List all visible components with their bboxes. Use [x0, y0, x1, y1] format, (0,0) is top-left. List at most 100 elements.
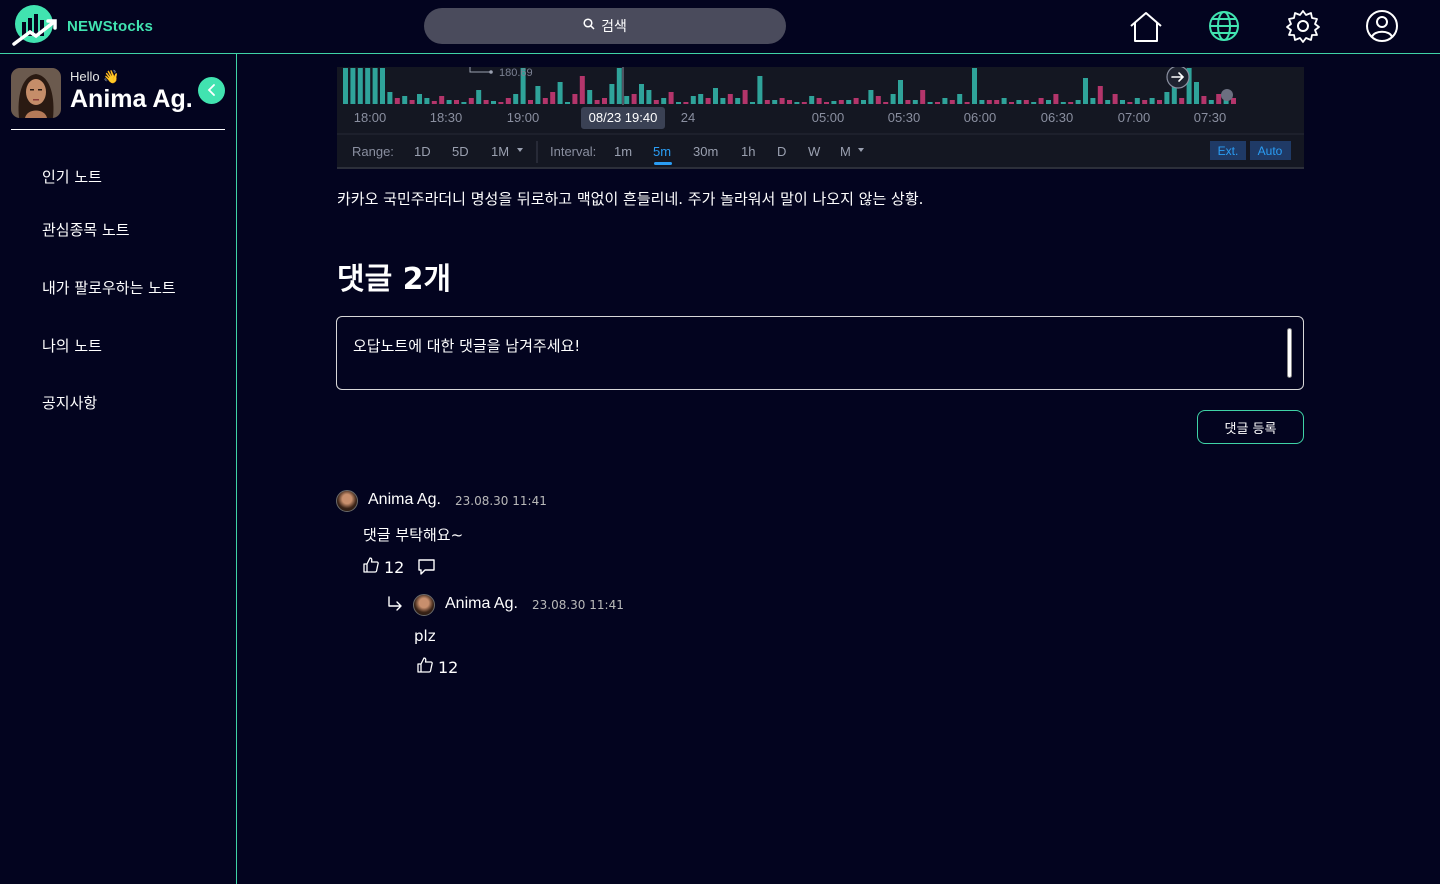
- volume-bar: [1134, 98, 1140, 104]
- volume-bar: [550, 92, 556, 104]
- settings-icon[interactable]: [1283, 7, 1323, 47]
- sidebar-item-my-notes[interactable]: 나의 노트: [42, 335, 102, 356]
- comment-body: 댓글 부탁해요~: [363, 526, 464, 544]
- volume-bar: [624, 96, 630, 104]
- textarea-scrollbar[interactable]: [1287, 328, 1292, 378]
- user-icon[interactable]: [1362, 7, 1402, 47]
- volume-bar: [1208, 100, 1214, 104]
- time-tick-label: 18:30: [430, 110, 463, 125]
- range-1d[interactable]: 1D: [414, 144, 431, 159]
- volume-bar: [476, 90, 482, 104]
- time-tick-label: 06:00: [964, 110, 997, 125]
- like-count: 12: [384, 557, 405, 577]
- volume-bar: [491, 101, 496, 104]
- search-bar[interactable]: 검색: [424, 8, 786, 44]
- reply-author[interactable]: Anima Ag.: [445, 595, 518, 613]
- like-count: 12: [438, 657, 459, 677]
- sidebar: Hello 👋 Anima Ag. 인기 노트 관심종목 노트 내가 팔로우하는…: [0, 54, 237, 884]
- thumbs-up-icon: [362, 556, 380, 578]
- comment-like-button[interactable]: 12: [362, 556, 404, 578]
- volume-bar: [350, 68, 356, 104]
- range-1m[interactable]: 1M: [491, 144, 509, 159]
- volume-bar: [831, 101, 837, 104]
- avatar: [11, 68, 61, 118]
- reset-dot-icon[interactable]: [1221, 89, 1233, 101]
- interval-m[interactable]: M: [840, 144, 851, 159]
- volume-bar: [409, 100, 415, 104]
- stock-chart-canvas[interactable]: 180.69 08/23 19:40 18:00 18:30 19:00 24 05:0…: [337, 67, 1304, 169]
- range-5d[interactable]: 5D: [452, 144, 469, 159]
- volume-bar: [772, 100, 778, 104]
- sidebar-collapse-button[interactable]: [198, 77, 225, 104]
- volume-bar: [1157, 100, 1162, 104]
- sidebar-item-following-notes[interactable]: 내가 팔로우하는 노트: [42, 277, 176, 298]
- volume-bar: [912, 100, 918, 104]
- sidebar-item-notices[interactable]: 공지사항: [42, 392, 97, 413]
- volume-bar: [431, 101, 437, 104]
- reply-like-button[interactable]: 12: [416, 656, 458, 678]
- volume-bar: [1112, 94, 1118, 104]
- sidebar-item-watchlist-notes[interactable]: 관심종목 노트: [42, 219, 130, 240]
- volume-bar: [513, 94, 519, 104]
- interval-label: Interval:: [550, 144, 596, 159]
- comment-submit-button[interactable]: 댓글 등록: [1197, 410, 1304, 444]
- volume-bar: [661, 98, 667, 104]
- volume-bar: [1046, 100, 1051, 104]
- volume-bar: [365, 68, 371, 104]
- volume-bar: [639, 84, 644, 104]
- volume-bar: [801, 102, 807, 104]
- app-logo[interactable]: NEWStocks: [10, 4, 153, 48]
- time-tick-label: 07:00: [1118, 110, 1151, 125]
- interval-30m[interactable]: 30m: [693, 144, 718, 159]
- reply-arrow-icon: [386, 596, 404, 616]
- volume-bar: [446, 100, 452, 104]
- auto-toggle[interactable]: Auto: [1258, 144, 1283, 158]
- sidebar-item-popular-notes[interactable]: 인기 노트: [42, 166, 102, 187]
- volume-bar: [1038, 98, 1044, 104]
- thumbs-up-icon: [416, 656, 434, 678]
- search-icon: [583, 18, 595, 34]
- volume-bar: [1083, 78, 1088, 104]
- volume-bar: [742, 90, 748, 104]
- volume-bar: [957, 94, 963, 104]
- volume-bar: [1164, 92, 1170, 104]
- profile-card: Hello 👋 Anima Ag.: [11, 68, 225, 130]
- username: Anima Ag.: [70, 85, 193, 113]
- interval-1m[interactable]: 1m: [614, 144, 632, 159]
- caret-down-icon[interactable]: [858, 148, 864, 152]
- interval-w[interactable]: W: [808, 144, 821, 159]
- interval-d[interactable]: D: [777, 144, 786, 159]
- active-interval-underline: [654, 162, 672, 165]
- volume-bar: [861, 100, 866, 104]
- home-icon[interactable]: [1126, 7, 1166, 47]
- comment-author[interactable]: Anima Ag.: [368, 491, 441, 509]
- volume-bar: [787, 100, 792, 104]
- reply-time: 23.08.30 11:41: [532, 598, 624, 612]
- volume-bar: [402, 96, 408, 104]
- scroll-right-button[interactable]: [1166, 67, 1190, 89]
- time-tick-label: 05:30: [888, 110, 921, 125]
- globe-icon[interactable]: [1204, 7, 1244, 47]
- comment-input[interactable]: [336, 316, 1304, 390]
- volume-bar: [579, 76, 585, 104]
- ext-toggle[interactable]: Ext.: [1218, 144, 1239, 158]
- volume-bar: [1201, 96, 1207, 104]
- volume-bar: [727, 94, 733, 104]
- volume-bar: [668, 92, 674, 104]
- volume-bar: [1068, 102, 1074, 104]
- volume-bar: [461, 102, 467, 104]
- comment-avatar: [336, 490, 358, 512]
- volume-bar: [1231, 98, 1236, 104]
- volume-bar: [883, 102, 889, 104]
- reply-icon[interactable]: [417, 558, 437, 580]
- stock-chart[interactable]: 180.69 08/23 19:40 18:00 18:30 19:00 24 05:0…: [337, 67, 1304, 169]
- caret-down-icon[interactable]: [517, 148, 523, 152]
- chevron-left-icon: [207, 81, 217, 100]
- time-tick-label: 18:00: [354, 110, 387, 125]
- volume-bar: [824, 102, 829, 104]
- volume-bar: [1009, 102, 1014, 104]
- time-tick-label: 24: [681, 110, 695, 125]
- interval-1h[interactable]: 1h: [741, 144, 755, 159]
- volume-bar: [846, 100, 852, 104]
- interval-5m[interactable]: 5m: [653, 144, 671, 159]
